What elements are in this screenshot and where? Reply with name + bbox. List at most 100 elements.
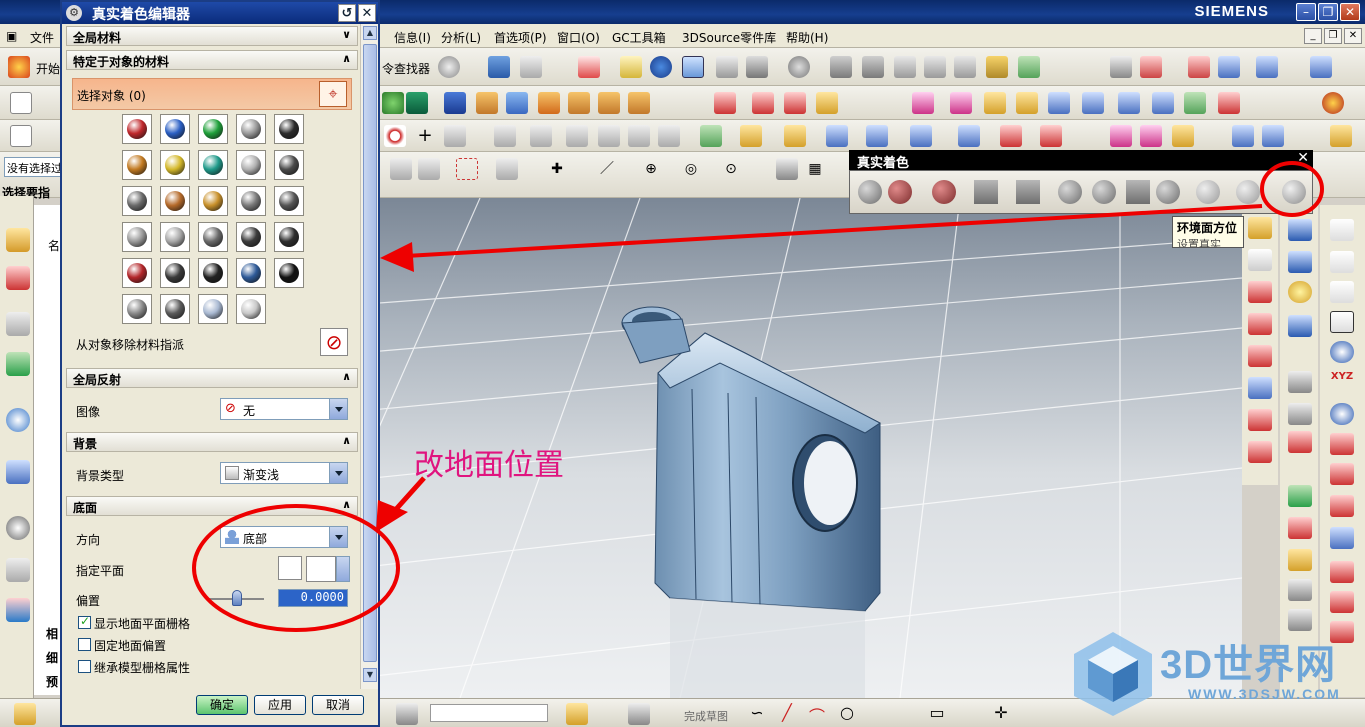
surface-2-icon[interactable] <box>950 92 972 114</box>
dimension-icon[interactable] <box>520 56 542 78</box>
transform-icon[interactable] <box>1188 56 1210 78</box>
environment-orientation-icon[interactable] <box>1282 180 1306 204</box>
ibl-icon[interactable] <box>1196 180 1220 204</box>
ruled-icon[interactable] <box>1288 371 1312 393</box>
layer-icon[interactable] <box>986 56 1008 78</box>
snap-end-icon[interactable]: ✚ <box>546 158 568 180</box>
menu-file[interactable]: 文件 <box>30 29 54 46</box>
arc-tool-icon[interactable] <box>1330 251 1354 273</box>
dialog-scrollbar[interactable]: ▲ ▼ <box>360 24 378 689</box>
fix-floor-offset-checkbox[interactable] <box>78 638 91 651</box>
material-swatch[interactable] <box>236 222 266 252</box>
menu-preferences[interactable]: 首选项(P) <box>494 29 547 46</box>
bridge-curve-icon[interactable] <box>1248 377 1272 399</box>
material-swatch[interactable] <box>274 258 304 288</box>
minimize-button[interactable]: – <box>1296 3 1316 21</box>
select-object-row[interactable]: 选择对象 (0) ⌖ <box>72 78 352 110</box>
point-icon[interactable] <box>406 92 428 114</box>
plane-dialog-icon[interactable] <box>278 556 302 580</box>
menu-window[interactable]: 窗口(O) <box>557 29 600 46</box>
dialog-close-icon[interactable]: ✕ <box>358 4 376 22</box>
surface-8-icon[interactable] <box>1152 92 1174 114</box>
circle-tool-icon[interactable] <box>1330 281 1354 303</box>
surface-3-icon[interactable] <box>984 92 1006 114</box>
surface-5-icon[interactable] <box>1048 92 1070 114</box>
rectangle-tool-icon[interactable] <box>1330 311 1354 333</box>
wireframe-icon[interactable] <box>716 56 738 78</box>
snap-tangent-icon[interactable]: ⊙ <box>720 158 742 180</box>
fillet-icon[interactable] <box>598 125 620 147</box>
line-tool-icon[interactable] <box>1330 219 1354 241</box>
selection-filter-icon[interactable] <box>390 158 412 180</box>
coord-icon[interactable] <box>1140 56 1162 78</box>
offset-input[interactable]: 0.0000 <box>278 589 348 607</box>
menu-info[interactable]: 信息(I) <box>394 29 431 46</box>
csys-icon[interactable] <box>1310 56 1332 78</box>
background-icon[interactable] <box>974 180 998 204</box>
offset-slider-handle[interactable] <box>232 590 242 606</box>
extrude-icon[interactable] <box>444 92 466 114</box>
fit-view-icon[interactable] <box>578 56 600 78</box>
material-swatch[interactable] <box>198 222 228 252</box>
sheet-icon[interactable] <box>958 125 980 147</box>
section-object-materials[interactable]: 特定于对象的材料 ∧ <box>66 50 358 70</box>
material-swatch[interactable] <box>160 294 190 324</box>
material-swatch[interactable] <box>274 114 304 144</box>
finish-sketch-icon[interactable] <box>628 703 650 725</box>
material-swatch[interactable] <box>274 150 304 180</box>
material-swatch[interactable] <box>160 186 190 216</box>
navigator-section-2[interactable]: 细 <box>46 649 58 666</box>
bottom-tool-1-icon[interactable] <box>14 703 36 725</box>
system-materials-icon[interactable] <box>6 558 30 582</box>
curve-icon[interactable] <box>494 125 516 147</box>
material-swatch[interactable] <box>236 258 266 288</box>
helix-tool-icon[interactable] <box>1330 341 1354 363</box>
scroll-up-icon[interactable]: ▲ <box>363 26 377 40</box>
blend-icon[interactable] <box>1000 125 1022 147</box>
wave-icon[interactable] <box>910 125 932 147</box>
surface-4-icon[interactable] <box>1016 92 1038 114</box>
books-icon[interactable] <box>1288 485 1312 507</box>
offset-icon[interactable] <box>658 125 680 147</box>
material-swatch[interactable] <box>160 222 190 252</box>
sequence-icon[interactable] <box>866 125 888 147</box>
spline-icon[interactable] <box>1248 249 1272 271</box>
gear-wheel-icon[interactable] <box>1322 92 1344 114</box>
start-icon[interactable] <box>8 56 30 78</box>
slot-icon[interactable] <box>628 92 650 114</box>
sketch-icon[interactable] <box>382 92 404 114</box>
material-swatch[interactable] <box>122 150 152 180</box>
open-icon[interactable] <box>10 125 32 147</box>
material-swatch[interactable] <box>160 114 190 144</box>
expand-icon[interactable]: ∨ <box>342 28 351 41</box>
draft-icon[interactable] <box>1040 125 1062 147</box>
view-cube-2-icon[interactable] <box>862 56 884 78</box>
material-swatch[interactable] <box>198 150 228 180</box>
section-floor[interactable]: 底面 ∧ <box>66 496 358 516</box>
snap-mid-icon[interactable]: ／ <box>596 158 618 180</box>
menu-3dsource[interactable]: 3DSource零件库 <box>682 29 776 46</box>
surface-10-icon[interactable] <box>1218 92 1240 114</box>
rect-bottom-icon[interactable]: ▭ <box>926 703 948 725</box>
filter-icon[interactable] <box>1018 56 1040 78</box>
lighting-icon[interactable] <box>1058 180 1082 204</box>
bearing-icon[interactable] <box>1288 281 1312 303</box>
ok-button[interactable]: 确定 <box>196 695 248 715</box>
material-swatch[interactable] <box>236 114 266 144</box>
command-finder-label[interactable]: 令查找器 <box>382 60 430 77</box>
inferred-plane-icon[interactable] <box>306 556 336 582</box>
material-swatch[interactable] <box>160 258 190 288</box>
inherit-grid-checkbox[interactable] <box>78 660 91 673</box>
reflection-icon[interactable] <box>1156 180 1180 204</box>
close-app-button[interactable]: ✕ <box>1340 3 1360 21</box>
view-cube-1-icon[interactable] <box>830 56 852 78</box>
plus-icon[interactable]: + <box>414 125 436 147</box>
mesh-icon[interactable] <box>1288 431 1312 453</box>
hole-icon[interactable] <box>506 92 528 114</box>
arc-bottom-icon[interactable]: ⌒ <box>806 703 828 726</box>
orient-icon[interactable] <box>1256 56 1278 78</box>
project-curve-icon[interactable] <box>1248 313 1272 335</box>
select-all-icon[interactable] <box>418 158 440 180</box>
snap-icon[interactable] <box>488 56 510 78</box>
true-shading-toolbar-title[interactable]: 真实着色 <box>849 150 1313 171</box>
